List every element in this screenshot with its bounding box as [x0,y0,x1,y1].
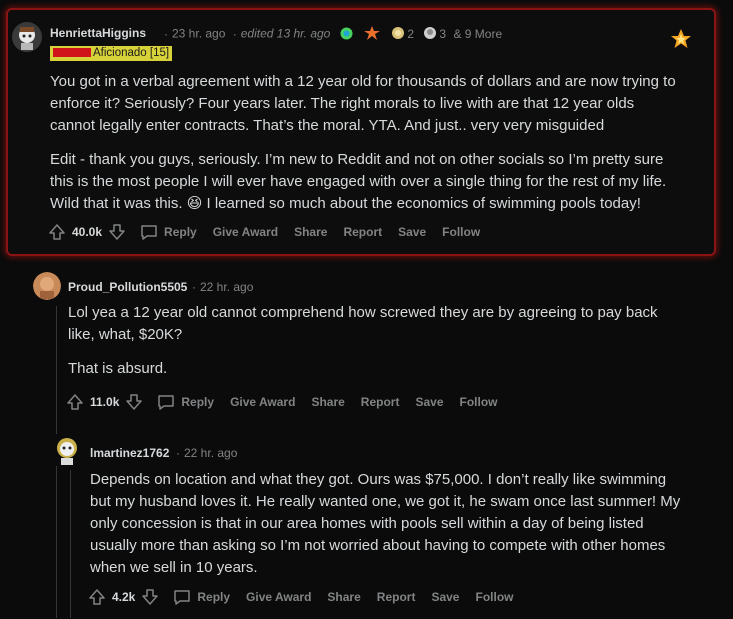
user-flair: Aficionado [15] [50,46,173,61]
timestamp[interactable]: 22 hr. ago [184,446,237,460]
award-count: 2 [407,26,415,41]
comment-meta: · 23 hr. ago · edited 13 hr. ago 2 3 & 9 M… [160,26,502,43]
follow-button[interactable]: Follow [475,590,513,604]
timestamp[interactable]: 22 hr. ago [200,280,253,294]
gold-award-icon[interactable] [391,26,405,43]
reply-label: Reply [181,395,215,409]
report-button[interactable]: Report [377,590,416,604]
comment-paragraph: That is absurd. [68,360,168,377]
vote-score: 11.0k [90,395,120,409]
reply-label: Reply [164,225,197,239]
comment-paragraph: You got in a verbal agreement with a 12 … [50,73,676,134]
comment-nested-reply: lmartinez1762 · 22 hr. ago Depends on loc… [0,432,733,619]
comment-actions: 11.0k Reply Give Award Share Report Save… [66,393,514,411]
fire-award-icon[interactable] [364,26,381,43]
comment-reply: Proud_Pollution5505 · 22 hr. ago Lol yea … [0,268,733,428]
save-button[interactable]: Save [431,590,459,604]
redaction-mark [53,48,91,58]
downvote-icon[interactable] [108,223,126,241]
comment-paragraph: Depends on location and what they got. O… [90,471,681,576]
flair-text: Aficionado [15] [93,47,170,59]
give-award-button[interactable]: Give Award [230,395,295,409]
downvote-icon[interactable] [125,393,143,411]
comment-paragraph: Lol yea a 12 year old cannot comprehend … [68,304,658,343]
reply-button[interactable]: Reply [157,393,214,411]
timestamp[interactable]: 23 hr. ago [172,27,225,41]
award-badge-icon[interactable] [670,28,692,55]
share-button[interactable]: Share [294,225,327,239]
report-button[interactable]: Report [343,225,382,239]
comment-body: Depends on location and what they got. O… [90,469,690,591]
avatar[interactable] [52,434,82,466]
downvote-icon[interactable] [141,588,159,606]
comment-highlighted: HenriettaHiggins · 23 hr. ago · edited 13 … [6,8,716,256]
comment-meta: · 22 hr. ago [192,280,254,294]
comment-body: Lol yea a 12 year old cannot comprehend … [68,302,688,392]
give-award-button[interactable]: Give Award [246,590,311,604]
comment-paragraph: Edit - thank you guys, seriously. I’m ne… [50,151,667,212]
helpful-award-icon[interactable] [340,27,353,43]
vote-score: 40.0k [72,225,103,239]
upvote-icon[interactable] [66,393,84,411]
report-button[interactable]: Report [361,395,400,409]
username[interactable]: HenriettaHiggins [50,26,146,40]
save-button[interactable]: Save [415,395,443,409]
more-awards[interactable]: & 9 More [453,27,502,41]
comment-actions: 4.2k Reply Give Award Share Report Save … [88,588,529,606]
reply-button[interactable]: Reply [173,588,230,606]
comment-bubble-icon [141,225,157,240]
comment-actions: 40.0k Reply Give Award Share Report Save… [48,223,496,241]
save-button[interactable]: Save [398,225,426,239]
follow-button[interactable]: Follow [460,395,498,409]
upvote-icon[interactable] [88,588,106,606]
username[interactable]: lmartinez1762 [90,446,169,460]
comment-body: You got in a verbal agreement with a 12 … [50,71,680,227]
give-award-button[interactable]: Give Award [213,225,278,239]
award-count: 3 [439,26,447,41]
hug-award-icon[interactable] [423,26,437,43]
upvote-icon[interactable] [48,223,66,241]
share-button[interactable]: Share [327,590,360,604]
edited-timestamp: edited 13 hr. ago [240,26,331,41]
avatar[interactable] [33,272,61,300]
follow-button[interactable]: Follow [442,225,480,239]
reply-button[interactable]: Reply [140,223,197,241]
comment-bubble-icon [174,590,191,605]
reply-label: Reply [197,590,231,604]
comment-bubble-icon [158,395,175,410]
share-button[interactable]: Share [311,395,344,409]
comment-meta: · 22 hr. ago [176,446,238,460]
username[interactable]: Proud_Pollution5505 [68,280,187,294]
vote-score: 4.2k [112,590,136,604]
avatar[interactable] [12,22,42,52]
